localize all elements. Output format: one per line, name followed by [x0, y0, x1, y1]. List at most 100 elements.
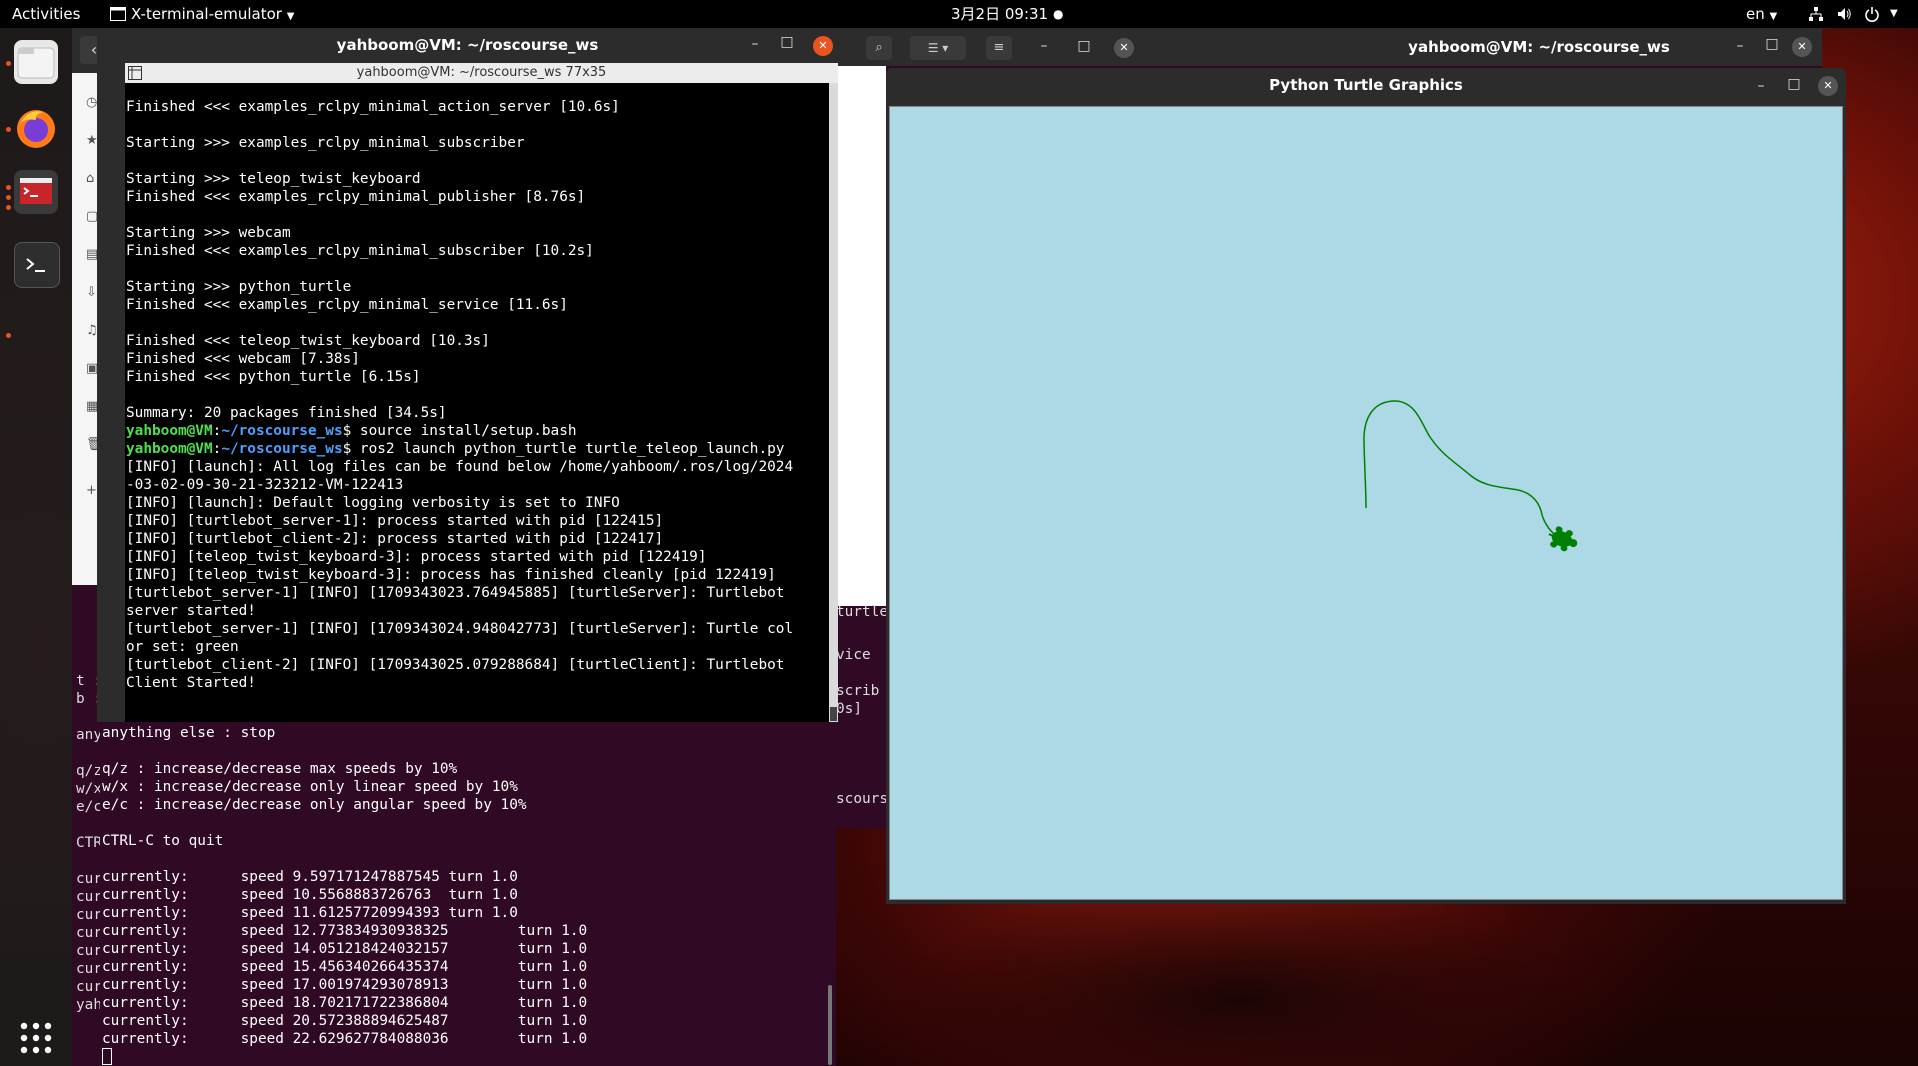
- terminal-emulator-icon[interactable]: [14, 170, 58, 214]
- running-indicator: [6, 205, 11, 210]
- behind-text: vice: [836, 647, 871, 663]
- close-icon[interactable]: ✕: [1792, 37, 1812, 57]
- xterm-window[interactable]: yahboom@VM: ~/roscourse_ws – □ ✕ yahboom…: [97, 28, 838, 722]
- firefox-icon[interactable]: [14, 106, 58, 150]
- chevron-down-icon: ▼: [1769, 11, 1778, 22]
- terminal-line: or set: green: [126, 639, 239, 655]
- maximize-icon[interactable]: □: [777, 34, 797, 50]
- notification-dot-icon: ●: [1053, 7, 1064, 21]
- running-indicator: [6, 127, 11, 132]
- xterm-inner-titlebar: yahboom@VM: ~/roscourse_ws 77x35: [125, 63, 838, 83]
- minimize-icon[interactable]: –: [1730, 38, 1750, 54]
- terminal-line: w/x : increase/decrease only linear spee…: [102, 779, 518, 795]
- menu-icon[interactable]: ≡: [986, 36, 1012, 60]
- minimize-icon[interactable]: –: [745, 36, 765, 52]
- dock: [0, 28, 72, 1066]
- terminal-line: [INFO] [teleop_twist_keyboard-3]: proces…: [126, 549, 707, 565]
- terminal-line: server started!: [126, 603, 256, 619]
- terminal-line: [INFO] [launch]: Default logging verbosi…: [126, 495, 620, 511]
- prompt-directory: ~/roscourse_ws: [221, 441, 343, 457]
- turtle-icon: [1548, 526, 1578, 552]
- prompt-directory: ~/roscourse_ws: [221, 423, 343, 439]
- files-icon[interactable]: [14, 40, 58, 84]
- terminal-line: Finished <<< examples_rclpy_minimal_subs…: [126, 243, 594, 259]
- clock[interactable]: 3月2日 09:31: [951, 0, 1048, 28]
- volume-icon[interactable]: [1836, 0, 1856, 28]
- terminal-line: Finished <<< examples_rclpy_minimal_acti…: [126, 99, 620, 115]
- xterm-scrollbar-track[interactable]: [829, 83, 838, 722]
- maximize-icon[interactable]: □: [1762, 36, 1782, 52]
- terminal-line: [INFO] [teleop_twist_keyboard-3]: proces…: [126, 567, 776, 583]
- window-title: yahboom@VM: ~/roscourse_ws: [336, 36, 599, 54]
- behind-text: scrib: [836, 683, 880, 699]
- maximize-icon[interactable]: □: [1074, 38, 1094, 54]
- view-options-icon[interactable]: ☰ ▾: [910, 36, 966, 60]
- behind-text: scours: [836, 791, 888, 807]
- close-icon[interactable]: ✕: [1818, 76, 1838, 96]
- close-icon[interactable]: ✕: [813, 36, 833, 56]
- terminal-line: Finished <<< examples_rclpy_minimal_serv…: [126, 297, 568, 313]
- running-indicator: [6, 195, 11, 200]
- terminal-line: currently: speed 12.773834930938325 turn…: [102, 923, 588, 939]
- xterm-scrollbar-thumb[interactable]: [830, 707, 837, 721]
- terminal-line: yahboom@VM:~/roscourse_ws$ ros2 launch p…: [126, 440, 793, 458]
- terminal-line: Finished <<< webcam [7.38s]: [126, 351, 360, 367]
- minimize-icon[interactable]: –: [1034, 38, 1054, 54]
- running-indicator: [6, 333, 11, 338]
- terminal-line: CTRL-C to quit: [102, 833, 224, 849]
- prompt-user: yahboom@VM: [126, 441, 213, 457]
- terminal-line: [turtlebot_server-1] [INFO] [1709343023.…: [126, 585, 785, 601]
- chevron-down-icon[interactable]: ▼: [1890, 0, 1898, 28]
- terminal-cursor: [102, 1048, 112, 1066]
- terminal-line: [turtlebot_server-1] [INFO] [1709343024.…: [126, 621, 794, 637]
- file-list-strip: [836, 66, 886, 606]
- xterm-output: Finished <<< examples_rclpy_minimal_acti…: [126, 98, 793, 692]
- turtle-trail: [1363, 400, 1559, 538]
- terminal-line: Finished <<< teleop_twist_keyboard [10.3…: [126, 333, 490, 349]
- terminal-line: Finished <<< examples_rclpy_minimal_publ…: [126, 189, 586, 205]
- terminal-line: Starting >>> teleop_twist_keyboard: [126, 171, 421, 187]
- app-menu[interactable]: X-terminal-emulator ▼: [131, 0, 294, 28]
- terminal-icon[interactable]: [14, 242, 60, 288]
- terminal-line: [turtlebot_client-2] [INFO] [1709343025.…: [126, 657, 785, 673]
- top-bar: Activities X-terminal-emulator ▼ 3月2日 09…: [0, 0, 1918, 28]
- xterm-titlebar: yahboom@VM: ~/roscourse_ws: [97, 28, 838, 63]
- language-label: en: [1746, 5, 1765, 23]
- terminal-line: currently: speed 14.051218424032157 turn…: [102, 941, 588, 957]
- terminal-line: Starting >>> python_turtle: [126, 279, 352, 295]
- terminal-line: Starting >>> webcam: [126, 225, 291, 241]
- turtle-graphics-window[interactable]: Python Turtle Graphics – □ ✕: [886, 68, 1846, 904]
- app-menu-label: X-terminal-emulator: [131, 5, 282, 23]
- turtle-canvas[interactable]: [889, 106, 1843, 900]
- terminal-line: currently: speed 9.597171247887545 turn …: [102, 869, 518, 885]
- teleop-output: anything else : stop q/z : increase/decre…: [102, 724, 587, 1048]
- back-terminal-titlebar: yahboom@VM: ~/roscourse_ws: [836, 28, 1822, 66]
- terminal-line: currently: speed 17.001974293078913 turn…: [102, 977, 588, 993]
- activities-button[interactable]: Activities: [12, 0, 80, 28]
- language-indicator[interactable]: en ▼: [1746, 0, 1777, 28]
- terminal-line: [INFO] [turtlebot_server-1]: process sta…: [126, 513, 664, 529]
- show-applications-icon[interactable]: [14, 1016, 58, 1060]
- xterm-menu-icon[interactable]: [128, 66, 142, 87]
- scrollbar[interactable]: [828, 985, 832, 1065]
- power-icon[interactable]: [1864, 0, 1884, 28]
- terminal-line: currently: speed 15.456340266435374 turn…: [102, 959, 588, 975]
- terminal-line: q/z : increase/decrease max speeds by 10…: [102, 761, 458, 777]
- behind-text: 0s]: [836, 701, 862, 717]
- terminal-line: anything else : stop: [102, 725, 276, 741]
- network-icon[interactable]: [1808, 0, 1828, 28]
- terminal-line: [INFO] [turtlebot_client-2]: process sta…: [126, 531, 664, 547]
- minimize-icon[interactable]: –: [1751, 78, 1771, 94]
- terminal-app-icon: [110, 0, 130, 28]
- maximize-icon[interactable]: □: [1784, 76, 1804, 92]
- terminal-line: yahboom@VM:~/roscourse_ws$ source instal…: [126, 422, 793, 440]
- close-icon[interactable]: ✕: [1114, 38, 1134, 58]
- search-icon[interactable]: ⌕: [866, 36, 892, 60]
- terminal-line: currently: speed 18.702171722386804 turn…: [102, 995, 588, 1011]
